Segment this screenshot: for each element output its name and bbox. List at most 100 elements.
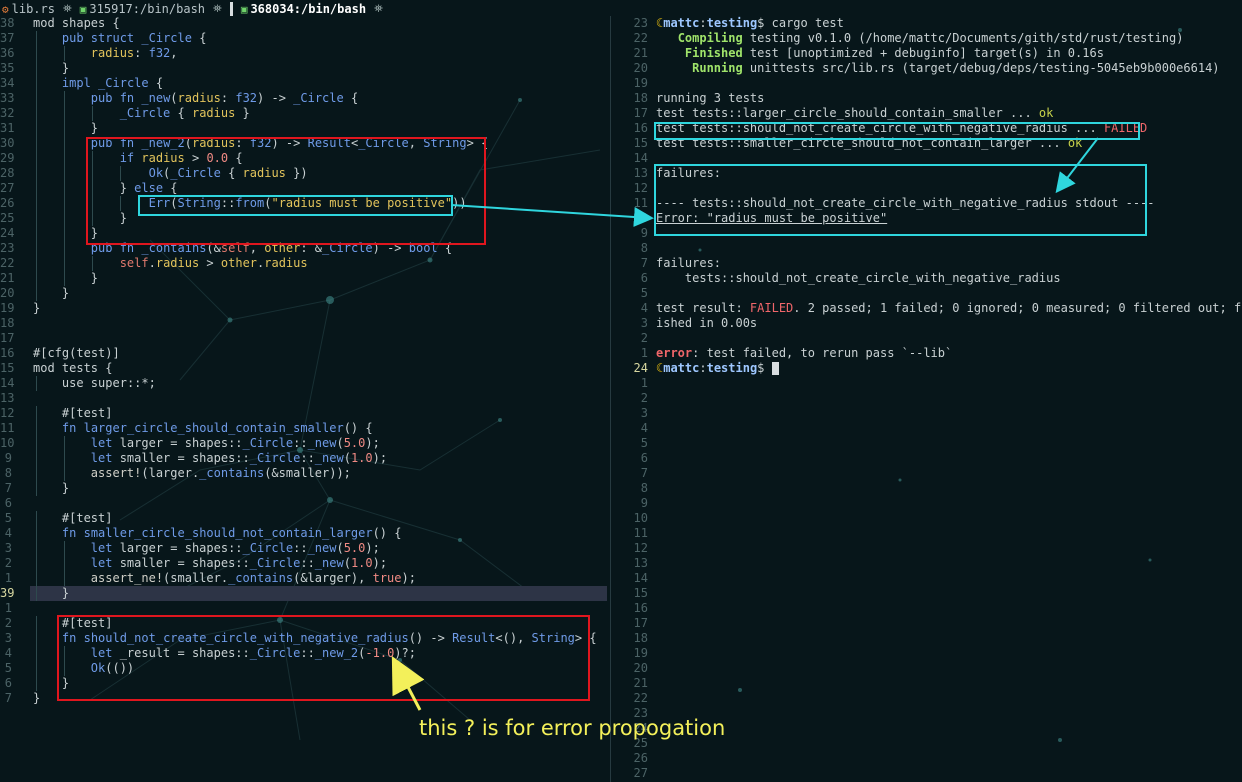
terminal-line[interactable]: 16: [616, 601, 1242, 616]
editor-line[interactable]: 8 assert!(larger._contains(&smaller));: [0, 466, 607, 481]
terminal-line[interactable]: 27: [616, 766, 1242, 781]
editor-line[interactable]: 9 let smaller = shapes::_Circle::_new(1.…: [0, 451, 607, 466]
editor-line[interactable]: 31 }: [0, 121, 607, 136]
terminal-line[interactable]: 1 error: test failed, to rerun pass `--li…: [616, 346, 1242, 361]
tab-bash-2[interactable]: ▣ 368034:/bin/bash ⛯: [239, 2, 383, 16]
terminal-line[interactable]: 26: [616, 751, 1242, 766]
terminal-line[interactable]: 9: [616, 496, 1242, 511]
tab-bash-1[interactable]: ▣ 315917:/bin/bash ⛯: [78, 2, 222, 16]
terminal-line[interactable]: 12: [616, 181, 1242, 196]
terminal-line[interactable]: 14: [616, 151, 1242, 166]
editor-line[interactable]: 24 }: [0, 226, 607, 241]
terminal-line[interactable]: 14: [616, 571, 1242, 586]
editor-line[interactable]: 10 let larger = shapes::_Circle::_new(5.…: [0, 436, 607, 451]
terminal-line[interactable]: 21: [616, 676, 1242, 691]
editor-line[interactable]: 20 }: [0, 286, 607, 301]
editor-line[interactable]: 38 mod shapes {: [0, 16, 607, 31]
terminal-line[interactable]: 2: [616, 391, 1242, 406]
editor-line[interactable]: 33 pub fn _new(radius: f32) -> _Circle {: [0, 91, 607, 106]
terminal-line[interactable]: 4: [616, 421, 1242, 436]
editor-line[interactable]: 26 Err(String::from("radius must be posi…: [0, 196, 607, 211]
terminal-line[interactable]: 17 test tests::larger_circle_should_conta…: [616, 106, 1242, 121]
editor-line[interactable]: 16 #[cfg(test)]: [0, 346, 607, 361]
tab-lib-rs[interactable]: ⚙ lib.rs ⛯: [0, 2, 72, 16]
editor-line[interactable]: 27 } else {: [0, 181, 607, 196]
terminal-line[interactable]: 19: [616, 646, 1242, 661]
close-icon[interactable]: ⛯: [374, 2, 383, 16]
close-icon[interactable]: ⛯: [213, 2, 222, 16]
editor-line[interactable]: 2 let smaller = shapes::_Circle::_new(1.…: [0, 556, 607, 571]
editor-line[interactable]: 11 fn larger_circle_should_contain_small…: [0, 421, 607, 436]
editor-line[interactable]: 21 }: [0, 271, 607, 286]
terminal-line[interactable]: 24 ☾mattc:testing$: [616, 361, 1242, 376]
terminal-pane[interactable]: 23 ☾mattc:testing$ cargo test 22 Compiling…: [616, 16, 1242, 781]
terminal-line[interactable]: 15: [616, 586, 1242, 601]
editor-line[interactable]: 1 assert_ne!(smaller._contains(&larger),…: [0, 571, 607, 586]
terminal-line[interactable]: 8: [616, 241, 1242, 256]
editor-line[interactable]: 30 pub fn _new_2(radius: f32) -> Result<…: [0, 136, 607, 151]
terminal-line[interactable]: 5: [616, 436, 1242, 451]
editor-line[interactable]: 7 }: [0, 481, 607, 496]
editor-line[interactable]: 36 radius: f32,: [0, 46, 607, 61]
terminal-line[interactable]: 13 failures:: [616, 166, 1242, 181]
editor-line[interactable]: 1: [0, 601, 607, 616]
terminal-line[interactable]: 10: [616, 511, 1242, 526]
terminal-line[interactable]: 13: [616, 556, 1242, 571]
editor-line[interactable]: 18: [0, 316, 607, 331]
terminal-line[interactable]: 6: [616, 451, 1242, 466]
editor-line[interactable]: 6 }: [0, 676, 607, 691]
terminal-line[interactable]: 17: [616, 616, 1242, 631]
terminal-line[interactable]: 9: [616, 226, 1242, 241]
terminal-line[interactable]: 22 Compiling testing v0.1.0 (/home/mattc…: [616, 31, 1242, 46]
editor-line[interactable]: 4 fn smaller_circle_should_not_contain_l…: [0, 526, 607, 541]
editor-line[interactable]: 2 #[test]: [0, 616, 607, 631]
terminal-line[interactable]: 10 Error: "radius must be positive": [616, 211, 1242, 226]
editor-line[interactable]: 3 fn should_not_create_circle_with_negat…: [0, 631, 607, 646]
editor-line[interactable]: 39 }: [0, 586, 607, 601]
editor-line[interactable]: 29 if radius > 0.0 {: [0, 151, 607, 166]
editor-line[interactable]: 23 pub fn _contains(&self, other: &_Circ…: [0, 241, 607, 256]
terminal-line[interactable]: 7: [616, 466, 1242, 481]
editor-line[interactable]: 19}: [0, 301, 607, 316]
editor-line[interactable]: 25 }: [0, 211, 607, 226]
editor-pane[interactable]: 38 mod shapes {37 pub struct _Circle {36 …: [0, 16, 607, 706]
editor-line[interactable]: 35 }: [0, 61, 607, 76]
terminal-line[interactable]: 1: [616, 376, 1242, 391]
editor-line[interactable]: 34 impl _Circle {: [0, 76, 607, 91]
terminal-line[interactable]: 19: [616, 76, 1242, 91]
terminal-line[interactable]: 11: [616, 526, 1242, 541]
terminal-line[interactable]: 18 running 3 tests: [616, 91, 1242, 106]
editor-line[interactable]: 14 use super::*;: [0, 376, 607, 391]
terminal-line[interactable]: 16 test tests::should_not_create_circle_w…: [616, 121, 1242, 136]
terminal-line[interactable]: 23 ☾mattc:testing$ cargo test: [616, 16, 1242, 31]
editor-line[interactable]: 15 mod tests {: [0, 361, 607, 376]
editor-line[interactable]: 12 #[test]: [0, 406, 607, 421]
pane-divider[interactable]: [610, 16, 611, 782]
editor-line[interactable]: 37 pub struct _Circle {: [0, 31, 607, 46]
terminal-line[interactable]: 12: [616, 541, 1242, 556]
terminal-line[interactable]: 5: [616, 286, 1242, 301]
terminal-line[interactable]: 11 ---- tests::should_not_create_circle_w…: [616, 196, 1242, 211]
editor-line[interactable]: 5 Ok(()): [0, 661, 607, 676]
close-icon[interactable]: ⛯: [63, 2, 72, 16]
editor-line[interactable]: 3 let larger = shapes::_Circle::_new(5.0…: [0, 541, 607, 556]
editor-line[interactable]: 5 #[test]: [0, 511, 607, 526]
terminal-line[interactable]: 20: [616, 661, 1242, 676]
terminal-line[interactable]: 3 ished in 0.00s: [616, 316, 1242, 331]
editor-line[interactable]: 28 Ok(_Circle { radius }): [0, 166, 607, 181]
editor-line[interactable]: 17: [0, 331, 607, 346]
editor-line[interactable]: 6: [0, 496, 607, 511]
editor-line[interactable]: 7}: [0, 691, 607, 706]
terminal-line[interactable]: 8: [616, 481, 1242, 496]
terminal-line[interactable]: 7 failures:: [616, 256, 1242, 271]
editor-line[interactable]: 4 let _result = shapes::_Circle::_new_2(…: [0, 646, 607, 661]
terminal-line[interactable]: 18: [616, 631, 1242, 646]
terminal-line[interactable]: 6 tests::should_not_create_circle_with_n…: [616, 271, 1242, 286]
terminal-line[interactable]: 2: [616, 331, 1242, 346]
editor-line[interactable]: 22 self.radius > other.radius: [0, 256, 607, 271]
terminal-line[interactable]: 3: [616, 406, 1242, 421]
terminal-line[interactable]: 15 test tests::smaller_circle_should_not_…: [616, 136, 1242, 151]
terminal-line[interactable]: 22: [616, 691, 1242, 706]
terminal-line[interactable]: 4 test result: FAILED. 2 passed; 1 failed…: [616, 301, 1242, 316]
editor-line[interactable]: 32 _Circle { radius }: [0, 106, 607, 121]
